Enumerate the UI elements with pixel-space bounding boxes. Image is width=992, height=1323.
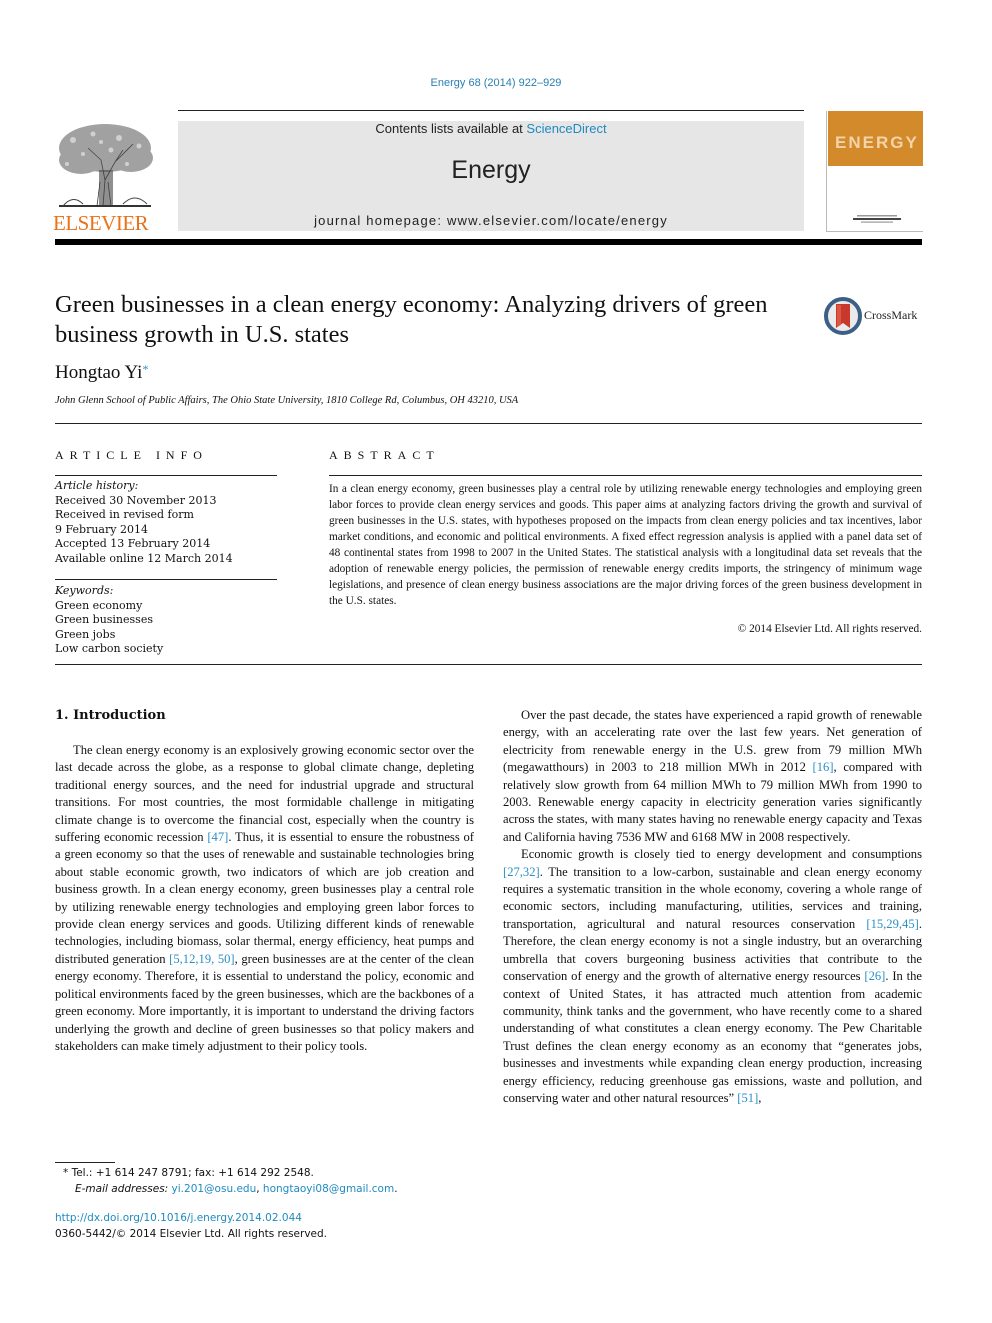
section-heading-introduction: 1. Introduction	[55, 708, 166, 723]
citation-link[interactable]: [26]	[864, 969, 885, 983]
paragraph: Economic growth is closely tied to energ…	[503, 846, 922, 1107]
history-item: Available online 12 March 2014	[55, 551, 233, 565]
issn-copyright: 0360-5442/© 2014 Elsevier Ltd. All right…	[55, 1228, 328, 1240]
article-info-divider	[55, 475, 277, 476]
article-title: Green businesses in a clean energy econo…	[55, 291, 768, 348]
abstract-text: In a clean energy economy, green busines…	[329, 483, 922, 607]
abstract-divider	[329, 475, 922, 476]
keyword: Green jobs	[55, 627, 116, 641]
author-affiliation: John Glenn School of Public Affairs, The…	[55, 395, 519, 406]
paragraph-text: Economic growth is closely tied to energ…	[521, 847, 922, 862]
email-label: E-mail addresses:	[75, 1183, 172, 1195]
article-history: Article history: Received 30 November 20…	[55, 479, 233, 566]
crossmark-button[interactable]: CrossMark	[824, 296, 924, 336]
crossmark-icon	[824, 297, 862, 335]
history-item: Received in revised form	[55, 508, 194, 521]
abstract-copyright: © 2014 Elsevier Ltd. All rights reserved…	[737, 623, 922, 635]
journal-cover-thumbnail[interactable]: ENERGY	[826, 111, 923, 232]
history-item: Accepted 13 February 2014	[55, 537, 211, 550]
keywords-label: Keywords:	[55, 584, 114, 597]
citation-link[interactable]: [5,12,19, 50]	[169, 952, 234, 966]
article-history-label: Article history:	[55, 479, 139, 492]
keyword: Low carbon society	[55, 642, 164, 655]
author-name[interactable]: Hongtao Yi*	[55, 362, 148, 384]
elsevier-logo[interactable]: ELSEVIER	[53, 120, 157, 235]
sciencedirect-link[interactable]: ScienceDirect	[526, 121, 606, 136]
paragraph-text: , green businesses are at the center of …	[55, 951, 474, 1053]
journal-name: Energy	[451, 156, 531, 184]
paragraph-text: . In the context of United States, it ha…	[503, 969, 923, 1105]
body-column-right: Over the past decade, the states have ex…	[503, 707, 922, 1107]
history-item: Received 30 November 2013	[55, 493, 217, 507]
keywords-divider	[55, 579, 277, 580]
header-divider	[178, 110, 804, 111]
citation-link[interactable]: [51]	[737, 1091, 758, 1105]
paragraph: Over the past decade, the states have ex…	[503, 707, 922, 846]
crossmark-label: CrossMark	[864, 308, 918, 322]
journal-homepage-link[interactable]: journal homepage: www.elsevier.com/locat…	[178, 213, 804, 228]
citation-link[interactable]: [15,29,45]	[866, 917, 918, 931]
author-name-text: Hongtao Yi	[55, 362, 143, 383]
abstract-heading: ABSTRACT	[329, 448, 440, 462]
citation-link[interactable]: [27,32]	[503, 865, 540, 879]
citation-link[interactable]: [47]	[207, 830, 228, 844]
elsevier-tree-icon	[59, 124, 153, 207]
email-link[interactable]: yi.201@osu.edu	[172, 1183, 257, 1195]
front-matter-divider	[55, 664, 922, 665]
email-link[interactable]: hongtaoyi08@gmail.com	[263, 1183, 394, 1195]
contents-line: Contents lists available at ScienceDirec…	[178, 121, 804, 136]
paragraph-text: . Thus, it is essential to ensure the ro…	[55, 830, 474, 966]
cover-title: ENERGY	[835, 133, 919, 152]
footnote-divider	[55, 1162, 115, 1163]
paragraph-text: The clean energy economy is an explosive…	[55, 743, 474, 845]
keyword: Green economy	[55, 598, 143, 612]
doi-link[interactable]: http://dx.doi.org/10.1016/j.energy.2014.…	[55, 1210, 485, 1226]
affiliation-divider	[55, 423, 922, 424]
separator: .	[394, 1183, 398, 1195]
body-column-left: The clean energy economy is an explosive…	[55, 742, 474, 1055]
elsevier-wordmark: ELSEVIER	[53, 211, 149, 235]
corresponding-author-mark[interactable]: *	[142, 362, 148, 376]
journal-citation-link[interactable]: Energy 68 (2014) 922–929	[0, 77, 992, 89]
author-footnote: * Tel.: +1 614 247 8791; fax: +1 614 292…	[55, 1165, 485, 1197]
footnote-contact: * Tel.: +1 614 247 8791; fax: +1 614 292…	[63, 1167, 314, 1179]
paragraph: The clean energy economy is an explosive…	[55, 742, 474, 1055]
paragraph-text: . The transition to a low-carbon, sustai…	[503, 864, 922, 931]
keywords: Keywords: Green economy Green businesses…	[55, 584, 163, 657]
doi-block: http://dx.doi.org/10.1016/j.energy.2014.…	[55, 1210, 485, 1242]
history-item: 9 February 2014	[55, 522, 148, 536]
cover-publisher-mark-icon	[853, 215, 901, 223]
header-thick-divider	[55, 239, 922, 245]
footnote-emails: E-mail addresses: yi.201@osu.edu, hongta…	[55, 1181, 485, 1197]
contents-prefix: Contents lists available at	[375, 121, 527, 136]
separator: ,	[256, 1183, 263, 1195]
keyword: Green businesses	[55, 613, 153, 626]
citation-link[interactable]: [16]	[813, 760, 834, 774]
paragraph-text: ,	[758, 1090, 762, 1105]
article-info-heading: ARTICLE INFO	[55, 448, 208, 462]
